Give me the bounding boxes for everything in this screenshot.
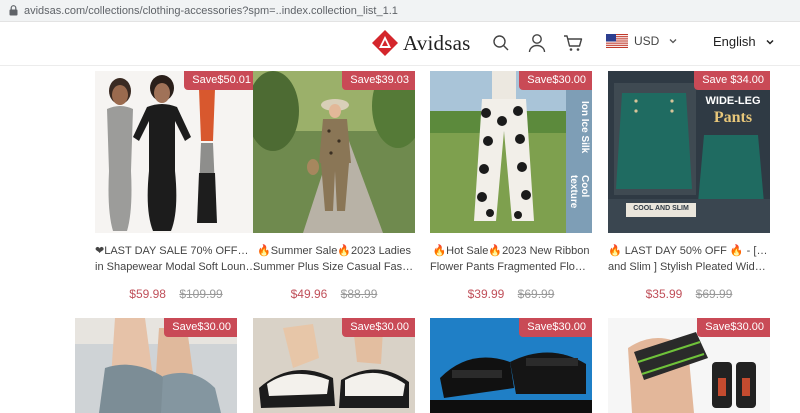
product-title[interactable]: ❤LAST DAY SALE 70% OFF❤Built- in Shapewe… [95, 243, 257, 275]
original-price: $69.99 [517, 287, 555, 301]
product-image[interactable]: Save$30.00 [430, 318, 592, 413]
product-title[interactable]: 🔥Summer Sale🔥2023 Ladies Summer Plus Siz… [253, 243, 415, 275]
image-caption: Ion Ice Silk [579, 101, 590, 154]
product-image[interactable]: Save$30.00 [75, 318, 237, 413]
product-card[interactable]: Save$39.03 🔥Summer Sale🔥2023 Ladies Summ… [253, 71, 415, 301]
image-caption: Pants [713, 109, 753, 126]
logo-mark-icon [372, 30, 398, 56]
product-image[interactable]: Save$50.01 [95, 71, 257, 233]
sale-price: $39.99 [467, 287, 505, 301]
product-card[interactable]: Save$30.00 [75, 318, 237, 413]
address-bar[interactable]: avidsas.com/collections/clothing-accesso… [0, 0, 800, 22]
discount-badge: Save$50.01 [184, 71, 257, 90]
product-card[interactable]: WIDE-LEG Pants COOL AND SLIM Save $34.00… [608, 71, 770, 301]
language-selector[interactable]: English [713, 34, 774, 49]
chevron-down-icon [766, 39, 774, 45]
language-label: English [713, 34, 756, 49]
search-icon[interactable] [491, 32, 511, 54]
image-caption: Cool texture [568, 175, 590, 209]
us-flag-icon [606, 34, 628, 48]
sale-price: $35.99 [645, 287, 683, 301]
product-card[interactable]: Ion Ice Silk Cool texture Save$30.00 🔥Ho… [430, 71, 592, 301]
discount-badge: Save$30.00 [519, 318, 592, 337]
product-card[interactable]: Save$50.01 ❤LAST DAY SALE 70% OFF❤Built-… [95, 71, 257, 301]
lock-icon [6, 0, 20, 22]
product-image[interactable]: Save$30.00 [608, 318, 770, 413]
product-card[interactable]: Save$30.00 [253, 318, 415, 413]
discount-badge: Save $34.00 [694, 71, 770, 90]
account-icon[interactable] [527, 32, 547, 54]
product-card[interactable]: Save$30.00 [430, 318, 592, 413]
original-price: $88.99 [340, 287, 378, 301]
sale-price: $49.96 [290, 287, 328, 301]
discount-badge: Save$30.00 [519, 71, 592, 90]
product-card[interactable]: Save$30.00 [608, 318, 770, 413]
price-row: $39.99 $69.99 [430, 287, 592, 301]
image-caption: COOL AND SLIM [633, 205, 689, 212]
product-image[interactable]: WIDE-LEG Pants COOL AND SLIM Save $34.00 [608, 71, 770, 233]
currency-label: USD [634, 34, 660, 48]
currency-selector[interactable]: USD [606, 34, 677, 48]
sale-price: $59.98 [129, 287, 166, 301]
price-row: $49.96 $88.99 [253, 287, 415, 301]
discount-badge: Save$30.00 [342, 318, 415, 337]
original-price: $69.99 [695, 287, 733, 301]
site-header: Avidsas USD English [0, 22, 800, 66]
product-image[interactable]: Save$30.00 [253, 318, 415, 413]
chevron-down-icon [669, 39, 677, 44]
price-row: $35.99 $69.99 [608, 287, 770, 301]
discount-badge: Save$30.00 [164, 318, 237, 337]
discount-badge: Save$30.00 [697, 318, 770, 337]
url-text[interactable]: avidsas.com/collections/clothing-accesso… [24, 5, 398, 17]
image-caption: WIDE-LEG [705, 95, 761, 107]
product-title[interactable]: 🔥Hot Sale🔥2023 New Ribbon Flower Pants F… [430, 243, 592, 275]
discount-badge: Save$39.03 [342, 71, 415, 90]
brand-name: Avidsas [403, 30, 471, 55]
product-image[interactable]: Save$39.03 [253, 71, 415, 233]
price-row: $59.98 $109.99 [95, 287, 257, 301]
brand-logo[interactable]: Avidsas [371, 28, 471, 58]
cart-icon[interactable] [563, 32, 583, 54]
original-price: $109.99 [179, 287, 223, 301]
product-title[interactable]: 🔥 LAST DAY 50% OFF 🔥 - [ Cool and Slim ]… [608, 243, 770, 275]
product-image[interactable]: Ion Ice Silk Cool texture Save$30.00 [430, 71, 592, 233]
